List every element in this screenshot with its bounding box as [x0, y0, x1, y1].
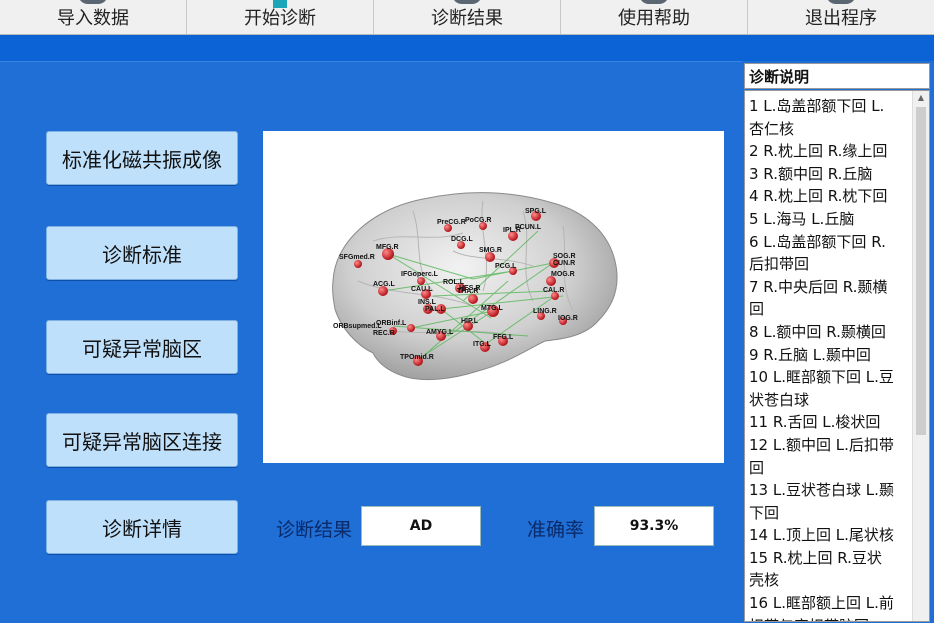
help-label: 使用帮助	[618, 8, 690, 29]
note-line: 15 R.枕上回 R.豆状	[749, 548, 882, 567]
note-line: 回	[749, 458, 765, 477]
diagnosis-details-button[interactable]: 诊断详情	[46, 500, 238, 554]
note-line: 1 L.岛盖部额下回 L.	[749, 97, 885, 115]
label-mfg-r: MFG.R	[376, 244, 399, 251]
label-ffg-l: FFG.L	[493, 334, 514, 341]
suspicious-connections-button[interactable]: 可疑异常脑区连接	[46, 413, 238, 467]
label-smg-r: SMG.R	[479, 247, 502, 254]
import-data-button[interactable]: 导入数据	[0, 0, 187, 34]
label-hip-l: HIP.L	[461, 318, 479, 325]
label-dcg-l: DCG.L	[451, 236, 474, 243]
label-pcun-l: PCUN.L	[515, 224, 542, 231]
label-mog-r: MOG.R	[551, 271, 575, 278]
node-sfgmed-r	[354, 260, 362, 268]
note-line: 13 L.豆状苍白球 L.颞	[749, 481, 894, 500]
label-ling-r: LING.R	[533, 308, 557, 315]
label-precg-r: PreCG.R	[437, 219, 466, 226]
accuracy-field: 93.3%	[594, 506, 714, 546]
note-line: 下回	[749, 503, 780, 522]
exit-button[interactable]: 退出程序	[748, 0, 934, 34]
side-panel-title: 诊断说明	[744, 63, 930, 89]
label-pcg-l: PCG.L	[495, 263, 517, 270]
start-icon	[273, 0, 287, 8]
scroll-thumb[interactable]	[916, 107, 926, 435]
note-line: 10 L.眶部额下回 L.豆	[749, 368, 894, 387]
suspicious-regions-button[interactable]: 可疑异常脑区	[46, 320, 238, 374]
exit-label: 退出程序	[805, 8, 877, 29]
label-spg-l: SPG.L	[525, 208, 547, 215]
note-line: 9 R.丘脑 L.颞中回	[749, 345, 871, 364]
note-line: 扣带与旁扣带脑回	[749, 615, 911, 621]
note-line: 7 R.中央后回 R.颞横	[749, 277, 888, 296]
node-ifgoperc-l	[417, 277, 425, 285]
label-pal-l: PAL.L	[425, 306, 445, 313]
start-diagnosis-button[interactable]: 开始诊断	[187, 0, 374, 34]
note-line: 回	[749, 300, 765, 319]
note-line: 14 L.顶上回 L.尾状核	[749, 526, 894, 545]
label-cun-r: CUN.R	[553, 260, 575, 267]
label-amyg-l: AMYG.L	[426, 329, 454, 336]
brain-network-visualization: SPG.L PreCG.R PoCG.R IPL.R PCUN.L DCG.L …	[332, 192, 618, 381]
import-data-label: 导入数据	[57, 8, 129, 29]
node-orbinf-l	[407, 324, 415, 332]
note-line: 杏仁核	[749, 119, 795, 138]
label-acg-l: ACG.L	[373, 281, 396, 288]
label-itg-l: ITG.L	[473, 341, 492, 348]
note-line: 4 R.枕上回 R.枕下回	[749, 187, 888, 206]
label-sog-r: SOG.R	[553, 253, 576, 260]
note-line: 状苍白球	[749, 390, 810, 409]
label-iog-r: IOG.R	[558, 315, 578, 322]
note-line: 16 L.眶部额上回 L.前	[749, 594, 894, 613]
diagnosis-result-field: AD	[361, 506, 481, 546]
notes-scrollbar[interactable]: ▲	[912, 91, 929, 621]
diagnosis-result-button[interactable]: 诊断结果	[374, 0, 561, 34]
toolbar: 导入数据 开始诊断 诊断结果 使用帮助 退出程序	[0, 0, 934, 35]
node-tha-r	[468, 294, 478, 304]
label-cau-l: CAU.L	[411, 286, 433, 293]
label-ins-l: INS.L	[418, 299, 437, 306]
note-line: 5 L.海马 L.丘脑	[749, 209, 855, 228]
label-orbsupmed-l: ORBsupmed.L	[333, 323, 382, 330]
diagnosis-criteria-button[interactable]: 诊断标准	[46, 226, 238, 280]
label-cal-r: CAL.R	[543, 287, 564, 294]
diagnosis-result-label: 诊断结果	[276, 519, 353, 541]
label-ifgoperc-l: IFGoperc.L	[401, 271, 439, 278]
label-rec-r: REC.R	[373, 330, 395, 337]
label-sfgmed-r: SFGmed.R	[339, 254, 375, 261]
label-hes-r: HES.R	[459, 285, 480, 292]
normalized-mri-button[interactable]: 标准化磁共振成像	[46, 131, 238, 185]
accuracy-label: 准确率	[527, 519, 585, 541]
notes-text: 1 L.岛盖部额下回 L. 杏仁核 2 R.枕上回 R.缘上回 3 R.额中回 R.丘…	[749, 95, 911, 621]
label-mtg-l: MTG.L	[481, 305, 503, 312]
diagnosis-result-label: 诊断结果	[431, 8, 503, 29]
note-line: 后扣带回	[749, 255, 810, 274]
note-line: 壳核	[749, 571, 780, 590]
note-line: 12 L.额中回 L.后扣带	[749, 435, 894, 454]
header-band	[0, 35, 934, 61]
note-line: 8 L.额中回 R.颞横回	[749, 322, 886, 341]
note-line: 6 L.岛盖部额下回 R.	[749, 232, 886, 251]
diagnosis-notes-list[interactable]: 1 L.岛盖部额下回 L. 杏仁核 2 R.枕上回 R.缘上回 3 R.额中回 R.丘…	[744, 90, 930, 622]
note-line: 2 R.枕上回 R.缘上回	[749, 142, 888, 161]
brain-image-panel: SPG.L PreCG.R PoCG.R IPL.R PCUN.L DCG.L …	[263, 131, 724, 463]
label-pocg-r: PoCG.R	[465, 217, 491, 224]
note-line: 11 R.舌回 L.梭状回	[749, 413, 881, 432]
note-line: 3 R.额中回 R.丘脑	[749, 164, 873, 183]
help-button[interactable]: 使用帮助	[561, 0, 748, 34]
label-tpomid-r: TPOmid.R	[400, 354, 434, 361]
scroll-up-arrow-icon[interactable]: ▲	[913, 91, 929, 103]
